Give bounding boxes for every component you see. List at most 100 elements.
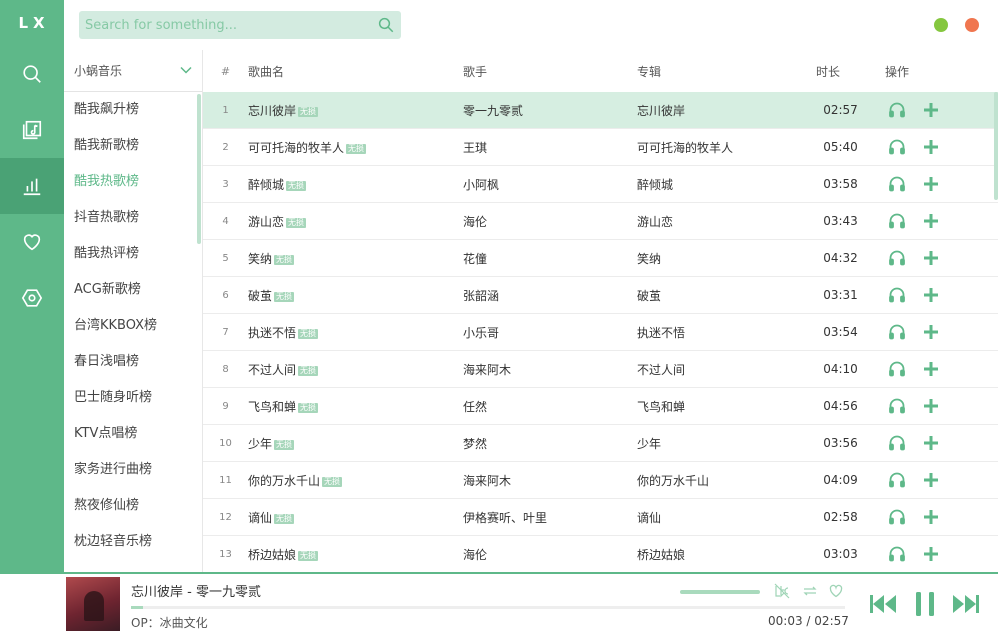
minimize-button[interactable] (934, 18, 948, 32)
album[interactable]: 醉倾城 (637, 176, 803, 193)
singer[interactable]: 海伦 (463, 546, 637, 563)
pause-icon[interactable] (910, 590, 940, 618)
singer[interactable]: 海来阿木 (463, 361, 637, 378)
album[interactable]: 你的万水千山 (637, 472, 803, 489)
table-row[interactable]: 6 破茧 无损 张韶涵 破茧 03:31 (203, 277, 998, 314)
volume-slider[interactable] (680, 590, 760, 594)
singer[interactable]: 小阿枫 (463, 176, 637, 193)
add-icon[interactable] (922, 138, 940, 156)
previous-track-icon[interactable] (868, 590, 898, 618)
headphones-icon[interactable] (888, 323, 906, 341)
album[interactable]: 游山恋 (637, 213, 803, 230)
like-heart-icon[interactable] (828, 583, 844, 599)
nav-songlist[interactable] (0, 102, 64, 158)
add-icon[interactable] (922, 286, 940, 304)
add-icon[interactable] (922, 175, 940, 193)
headphones-icon[interactable] (888, 101, 906, 119)
headphones-icon[interactable] (888, 175, 906, 193)
search-input[interactable] (79, 17, 369, 33)
singer[interactable]: 任然 (463, 398, 637, 415)
singer[interactable]: 伊格赛听、叶里 (463, 509, 637, 526)
source-item[interactable]: ACG新歌榜 (64, 272, 202, 308)
close-button[interactable] (965, 18, 979, 32)
source-item[interactable]: KTV点唱榜 (64, 416, 202, 452)
album[interactable]: 不过人间 (637, 361, 803, 378)
add-icon[interactable] (922, 360, 940, 378)
repeat-icon[interactable] (802, 583, 818, 599)
table-row[interactable]: 12 谪仙 无损 伊格赛听、叶里 谪仙 02:58 (203, 499, 998, 536)
headphones-icon[interactable] (888, 545, 906, 563)
album[interactable]: 谪仙 (637, 509, 803, 526)
singer[interactable]: 海来阿木 (463, 472, 637, 489)
add-icon[interactable] (922, 101, 940, 119)
source-item[interactable]: 春日浅唱榜 (64, 344, 202, 380)
headphones-icon[interactable] (888, 286, 906, 304)
table-row[interactable]: 2 可可托海的牧羊人 无损 王琪 可可托海的牧羊人 05:40 (203, 129, 998, 166)
nav-settings[interactable] (0, 270, 64, 326)
table-row[interactable]: 3 醉倾城 无损 小阿枫 醉倾城 03:58 (203, 166, 998, 203)
singer[interactable]: 海伦 (463, 213, 637, 230)
lyrics-icon[interactable] (774, 583, 790, 599)
source-item[interactable]: 家务进行曲榜 (64, 452, 202, 488)
headphones-icon[interactable] (888, 434, 906, 452)
headphones-icon[interactable] (888, 471, 906, 489)
table-row[interactable]: 11 你的万水千山 无损 海来阿木 你的万水千山 04:09 (203, 462, 998, 499)
table-row[interactable]: 8 不过人间 无损 海来阿木 不过人间 04:10 (203, 351, 998, 388)
source-item[interactable]: 巴士随身听榜 (64, 380, 202, 416)
add-icon[interactable] (922, 434, 940, 452)
row-index: 5 (222, 252, 229, 264)
headphones-icon[interactable] (888, 138, 906, 156)
album[interactable]: 执迷不悟 (637, 324, 803, 341)
headphones-icon[interactable] (888, 508, 906, 526)
singer[interactable]: 张韶涵 (463, 287, 637, 304)
add-icon[interactable] (922, 323, 940, 341)
source-select[interactable]: 小蜗音乐 (64, 50, 202, 92)
singer[interactable]: 梦然 (463, 435, 637, 452)
table-row[interactable]: 13 桥边姑娘 无损 海伦 桥边姑娘 03:03 (203, 536, 998, 572)
source-item[interactable]: 酷我飙升榜 (64, 92, 202, 128)
nav-favorites[interactable] (0, 214, 64, 270)
singer[interactable]: 花僮 (463, 250, 637, 267)
table-row[interactable]: 10 少年 无损 梦然 少年 03:56 (203, 425, 998, 462)
album-cover[interactable] (66, 577, 120, 631)
headphones-icon[interactable] (888, 249, 906, 267)
add-icon[interactable] (922, 471, 940, 489)
add-icon[interactable] (922, 249, 940, 267)
scrollbar[interactable] (197, 94, 201, 244)
add-icon[interactable] (922, 508, 940, 526)
table-row[interactable]: 7 执迷不悟 无损 小乐哥 执迷不悟 03:54 (203, 314, 998, 351)
album[interactable]: 飞鸟和蝉 (637, 398, 803, 415)
nav-search[interactable] (0, 46, 64, 102)
source-item[interactable]: 酷我热歌榜 (64, 164, 202, 200)
album[interactable]: 可可托海的牧羊人 (637, 139, 803, 156)
source-item[interactable]: 台湾KKBOX榜 (64, 308, 202, 344)
album[interactable]: 忘川彼岸 (637, 102, 803, 119)
nav-leaderboard[interactable] (0, 158, 64, 214)
album[interactable]: 笑纳 (637, 250, 803, 267)
headphones-icon[interactable] (888, 212, 906, 230)
album[interactable]: 破茧 (637, 287, 803, 304)
album[interactable]: 桥边姑娘 (637, 546, 803, 563)
table-row[interactable]: 4 游山恋 无损 海伦 游山恋 03:43 (203, 203, 998, 240)
add-icon[interactable] (922, 545, 940, 563)
table-row[interactable]: 9 飞鸟和蝉 无损 任然 飞鸟和蝉 04:56 (203, 388, 998, 425)
progress-bar[interactable] (131, 606, 845, 609)
search-icon[interactable] (377, 16, 395, 34)
add-icon[interactable] (922, 212, 940, 230)
singer[interactable]: 零一九零贰 (463, 102, 637, 119)
headphones-icon[interactable] (888, 360, 906, 378)
source-item[interactable]: 熬夜修仙榜 (64, 488, 202, 524)
next-track-icon[interactable] (951, 590, 981, 618)
source-item[interactable]: 枕边轻音乐榜 (64, 524, 202, 560)
source-item[interactable]: 酷我热评榜 (64, 236, 202, 272)
add-icon[interactable] (922, 397, 940, 415)
table-row[interactable]: 5 笑纳 无损 花僮 笑纳 04:32 (203, 240, 998, 277)
singer[interactable]: 小乐哥 (463, 324, 637, 341)
scrollbar[interactable] (994, 92, 998, 200)
source-item[interactable]: 抖音热歌榜 (64, 200, 202, 236)
headphones-icon[interactable] (888, 397, 906, 415)
table-row[interactable]: 1 忘川彼岸 无损 零一九零贰 忘川彼岸 02:57 (203, 92, 998, 129)
source-item[interactable]: 酷我新歌榜 (64, 128, 202, 164)
album[interactable]: 少年 (637, 435, 803, 452)
singer[interactable]: 王琪 (463, 139, 637, 156)
